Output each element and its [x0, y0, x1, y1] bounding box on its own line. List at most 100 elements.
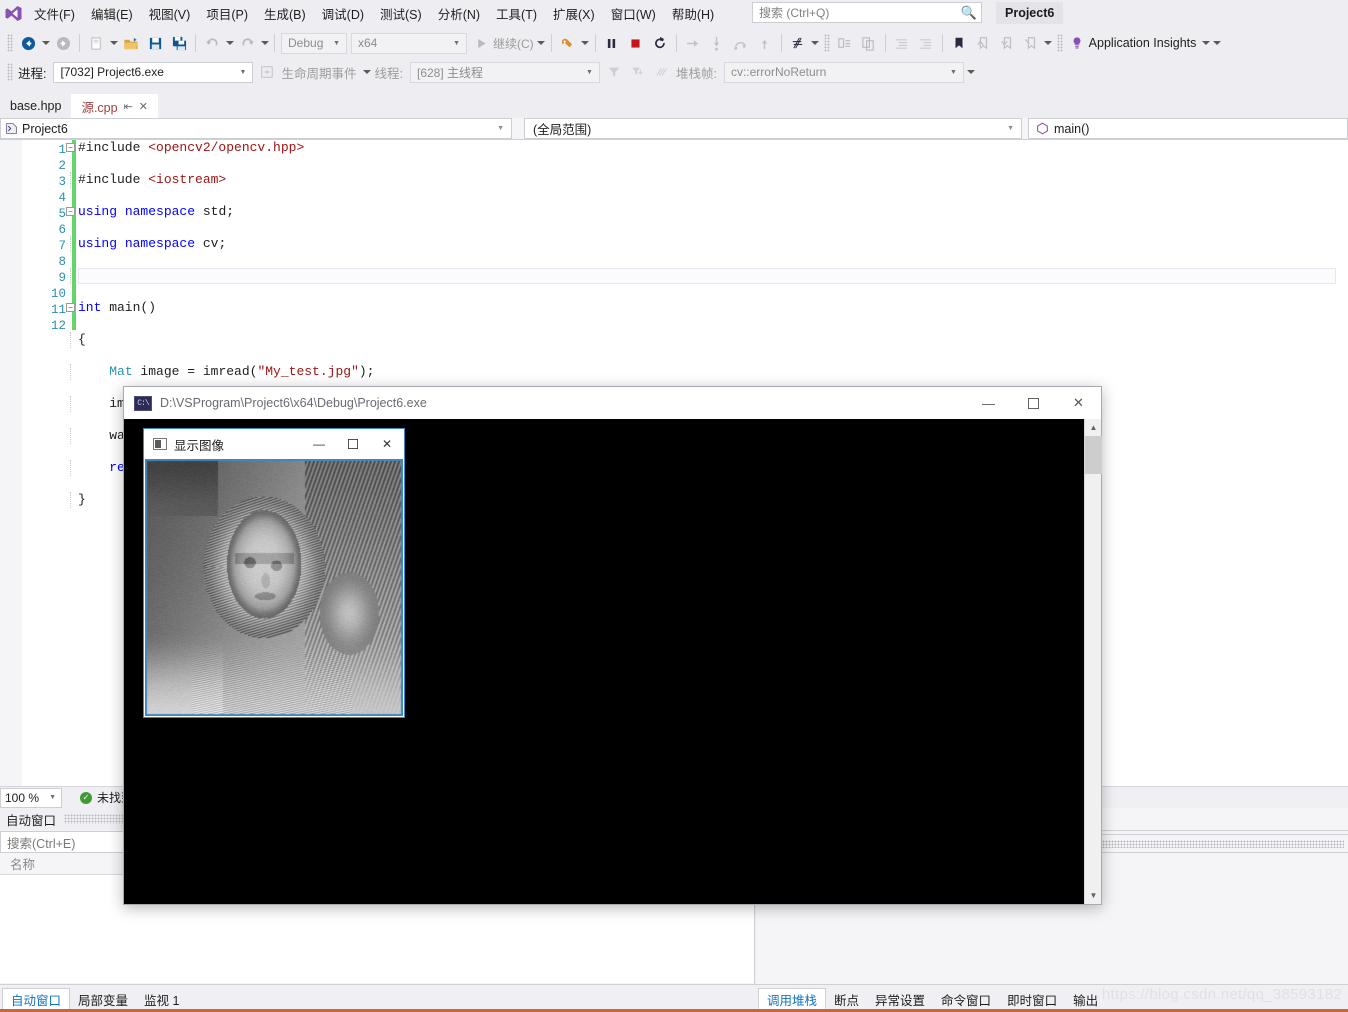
diagnostics-dropdown[interactable] — [810, 32, 821, 54]
comment-icon[interactable] — [834, 32, 856, 54]
hot-reload-dropdown[interactable] — [580, 32, 591, 54]
flag-threads-icon[interactable] — [651, 61, 673, 83]
member-combo[interactable]: main() — [1028, 118, 1348, 139]
show-next-statement-icon[interactable] — [682, 32, 704, 54]
opencv-title-bar[interactable]: 显示图像 — ✕ — [144, 429, 404, 459]
debug-toolbar-overflow[interactable] — [966, 61, 977, 83]
console-title-bar[interactable]: C:\ D:\VSProgram\Project6\x64\Debug\Proj… — [124, 387, 1101, 419]
project-scope-combo[interactable]: Project6 ▼ — [0, 118, 512, 139]
bookmarks-overflow[interactable] — [1043, 32, 1054, 54]
step-out-icon[interactable] — [754, 32, 776, 54]
menu-window[interactable]: 窗口(W) — [603, 1, 664, 26]
lifecycle-events-icon[interactable] — [256, 61, 278, 83]
thread-combo[interactable]: [628] 主线程 ▼ — [410, 62, 600, 83]
uncomment-icon[interactable] — [858, 32, 880, 54]
clear-bookmarks-icon[interactable] — [1020, 32, 1042, 54]
opencv-close-button[interactable]: ✕ — [370, 429, 404, 459]
navigate-back-dropdown[interactable] — [40, 32, 51, 54]
tab-source-cpp[interactable]: 源.cpp ⇤ ✕ — [71, 94, 158, 118]
scope-combo[interactable]: (全局范围) ▼ — [524, 118, 1022, 139]
save-all-icon[interactable] — [168, 32, 190, 54]
break-all-icon[interactable] — [601, 32, 623, 54]
play-icon[interactable] — [470, 32, 492, 54]
close-icon[interactable]: ✕ — [139, 100, 148, 113]
toolbar-overflow-icon[interactable] — [1211, 32, 1222, 54]
stop-debugging-icon[interactable] — [625, 32, 647, 54]
lifecycle-events-dropdown[interactable] — [362, 61, 373, 83]
save-icon[interactable] — [144, 32, 166, 54]
debug-toolbar-grip[interactable] — [7, 63, 13, 81]
console-vertical-scrollbar[interactable]: ▲ ▼ — [1084, 419, 1101, 904]
bottom-tab-command-window[interactable]: 命令窗口 — [933, 988, 999, 1010]
bottom-tab-watch1[interactable]: 监视 1 — [136, 988, 187, 1010]
process-combo[interactable]: [7032] Project6.exe ▼ — [53, 62, 253, 83]
bottom-tab-output[interactable]: 输出 — [1065, 988, 1106, 1010]
menu-file[interactable]: 文件(F) — [26, 1, 83, 26]
menu-analyze[interactable]: 分析(N) — [430, 1, 488, 26]
application-insights-button[interactable]: Application Insights — [1066, 36, 1201, 50]
console-maximize-button[interactable] — [1011, 387, 1056, 419]
redo-icon[interactable] — [236, 32, 258, 54]
bottom-tab-immediate-window[interactable]: 即时窗口 — [999, 988, 1065, 1010]
toolbar-grip[interactable] — [7, 34, 13, 52]
bookmark-icon[interactable] — [948, 32, 970, 54]
restart-icon[interactable] — [649, 32, 671, 54]
scroll-up-icon[interactable]: ▲ — [1085, 419, 1102, 436]
code-line[interactable]: using namespace cv; — [78, 236, 1338, 252]
solution-configuration-combo[interactable]: Debug ▼ — [281, 33, 347, 54]
quick-launch-search[interactable]: 搜索 (Ctrl+Q) 🔍 — [752, 2, 982, 23]
toolbar-grip-2[interactable] — [824, 34, 830, 52]
continue-dropdown[interactable] — [536, 32, 547, 54]
application-insights-dropdown[interactable] — [1200, 32, 1211, 54]
opencv-maximize-button[interactable] — [336, 429, 370, 459]
editor-code-text[interactable]: −#include <opencv2/opencv.hpp>#include <… — [78, 140, 1338, 332]
fold-collapse-icon[interactable]: − — [66, 143, 75, 152]
editor-indicator-margin[interactable] — [0, 140, 22, 786]
opencv-minimize-button[interactable]: — — [302, 429, 336, 459]
fold-collapse-icon[interactable]: − — [66, 303, 75, 312]
bottom-tab-breakpoints[interactable]: 断点 — [826, 988, 867, 1010]
code-line[interactable]: Mat image = imread("My_test.jpg"); — [78, 364, 1338, 380]
solution-platform-combo[interactable]: x64 ▼ — [351, 33, 467, 54]
hot-reload-icon[interactable] — [557, 32, 579, 54]
navigate-forward-icon[interactable] — [52, 32, 74, 54]
bottom-tab-call-stack[interactable]: 调用堆栈 — [758, 988, 826, 1010]
decrease-indent-icon[interactable] — [891, 32, 913, 54]
menu-edit[interactable]: 编辑(E) — [83, 1, 141, 26]
tab-base-hpp[interactable]: base.hpp — [0, 94, 71, 118]
filter-icon[interactable] — [603, 61, 625, 83]
code-line[interactable]: −using namespace std; — [78, 204, 1338, 220]
toolbar-grip-3[interactable] — [1057, 34, 1063, 52]
next-bookmark-icon[interactable] — [996, 32, 1018, 54]
menu-test[interactable]: 测试(S) — [372, 1, 430, 26]
menu-tools[interactable]: 工具(T) — [488, 1, 545, 26]
pin-icon[interactable]: ⇤ — [124, 100, 133, 113]
console-close-button[interactable]: ✕ — [1056, 387, 1101, 419]
navigate-back-icon[interactable] — [17, 32, 39, 54]
console-minimize-button[interactable]: — — [966, 387, 1011, 419]
new-item-icon[interactable] — [85, 32, 107, 54]
menu-help[interactable]: 帮助(H) — [664, 1, 722, 26]
menu-build[interactable]: 生成(B) — [256, 1, 314, 26]
redo-dropdown[interactable] — [259, 32, 270, 54]
scrollbar-thumb[interactable] — [1085, 436, 1102, 474]
bottom-tab-exception-settings[interactable]: 异常设置 — [867, 988, 933, 1010]
bottom-tab-locals[interactable]: 局部变量 — [70, 988, 136, 1010]
code-line[interactable]: −int main() — [78, 300, 1338, 316]
undo-dropdown[interactable] — [224, 32, 235, 54]
continue-label[interactable]: 继续(C) — [493, 35, 536, 52]
filter-threads-icon[interactable] — [627, 61, 649, 83]
diagnostics-icon[interactable] — [787, 32, 809, 54]
menu-view[interactable]: 视图(V) — [141, 1, 199, 26]
zoom-level-combo[interactable]: 100 % ▼ — [0, 788, 62, 808]
previous-bookmark-icon[interactable] — [972, 32, 994, 54]
menu-project[interactable]: 项目(P) — [198, 1, 256, 26]
step-into-icon[interactable] — [706, 32, 728, 54]
open-file-icon[interactable] — [120, 32, 142, 54]
step-over-icon[interactable] — [730, 32, 752, 54]
code-line[interactable]: { — [78, 332, 1338, 348]
code-line[interactable] — [78, 268, 1338, 284]
fold-collapse-icon[interactable]: − — [66, 207, 75, 216]
stack-frame-combo[interactable]: cv::errorNoReturn ▼ — [724, 62, 964, 83]
opencv-image-window[interactable]: 显示图像 — ✕ — [143, 428, 405, 718]
